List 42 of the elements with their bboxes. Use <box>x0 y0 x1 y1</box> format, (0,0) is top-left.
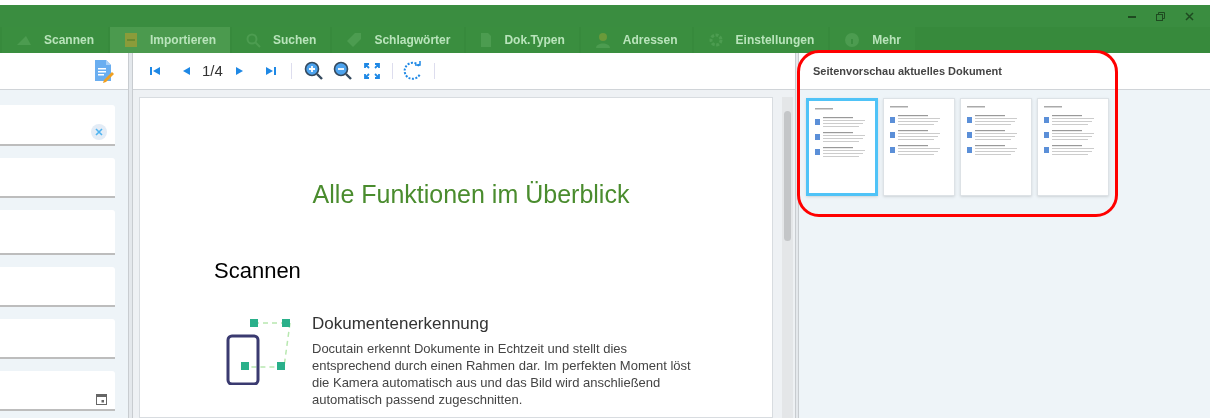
first-page-icon[interactable] <box>149 65 161 77</box>
toolbar-tab[interactable]: Schlagwörter <box>332 27 465 53</box>
toolbar-tab[interactable]: Mehr <box>830 27 915 53</box>
toolbar-tab[interactable]: Importieren <box>110 27 231 53</box>
page-thumbnail[interactable] <box>1037 98 1109 196</box>
page-indicator: 1/4 <box>202 60 223 81</box>
person-icon <box>594 32 611 48</box>
clear-icon[interactable] <box>91 124 107 140</box>
zoom-in-icon[interactable] <box>303 61 324 81</box>
refresh-icon[interactable] <box>402 61 423 81</box>
restore-icon[interactable] <box>1156 11 1165 21</box>
input-field[interactable] <box>0 267 115 307</box>
page-thumbnail[interactable] <box>883 98 955 196</box>
last-page-icon[interactable] <box>264 65 277 77</box>
document-detection-icon <box>226 316 292 385</box>
close-icon[interactable] <box>1185 11 1194 21</box>
section-heading: Scannen <box>214 256 301 285</box>
toolbar-tab[interactable]: Adressen <box>580 27 692 53</box>
zoom-out-icon[interactable] <box>332 61 353 81</box>
document-title: Alle Funktionen im Überblick <box>311 179 631 210</box>
input-field[interactable] <box>0 371 115 411</box>
toolbar-tab[interactable]: Einstellungen <box>693 27 829 53</box>
document-edit-icon[interactable] <box>94 59 114 83</box>
calendar-icon[interactable] <box>96 393 107 405</box>
feature-title: Dokumentenerkennung <box>312 312 490 335</box>
fit-to-screen-icon[interactable] <box>362 62 381 80</box>
previous-page-icon[interactable] <box>181 65 191 77</box>
import-icon <box>124 32 138 48</box>
next-page-icon[interactable] <box>234 65 245 77</box>
minimize-icon[interactable] <box>1128 14 1136 18</box>
feature-description: Docutain erkennt Dokumente in Echtzeit und stellt dies entsprechend durch einen Rahmen dar. Im perfekten Moment löst die Kamera automatisch aus und das Bild wird anschließend automatisch passend zugeschnitten. <box>312 340 692 408</box>
input-field[interactable] <box>0 158 115 198</box>
preview-title: Seitenvorschau aktuelles Dokument <box>813 63 1002 79</box>
input-field[interactable] <box>0 319 115 359</box>
toolbar-tab[interactable]: Scannen <box>2 27 108 53</box>
toolbar-tab[interactable]: Dok.Typen <box>466 27 579 53</box>
input-field[interactable] <box>0 210 115 255</box>
scrollbar-thumb[interactable] <box>784 111 791 241</box>
page-thumbnail[interactable] <box>960 98 1032 196</box>
input-field[interactable] <box>0 105 115 146</box>
page-thumbnail[interactable] <box>806 98 878 196</box>
toolbar-tab[interactable]: Suchen <box>232 27 331 53</box>
